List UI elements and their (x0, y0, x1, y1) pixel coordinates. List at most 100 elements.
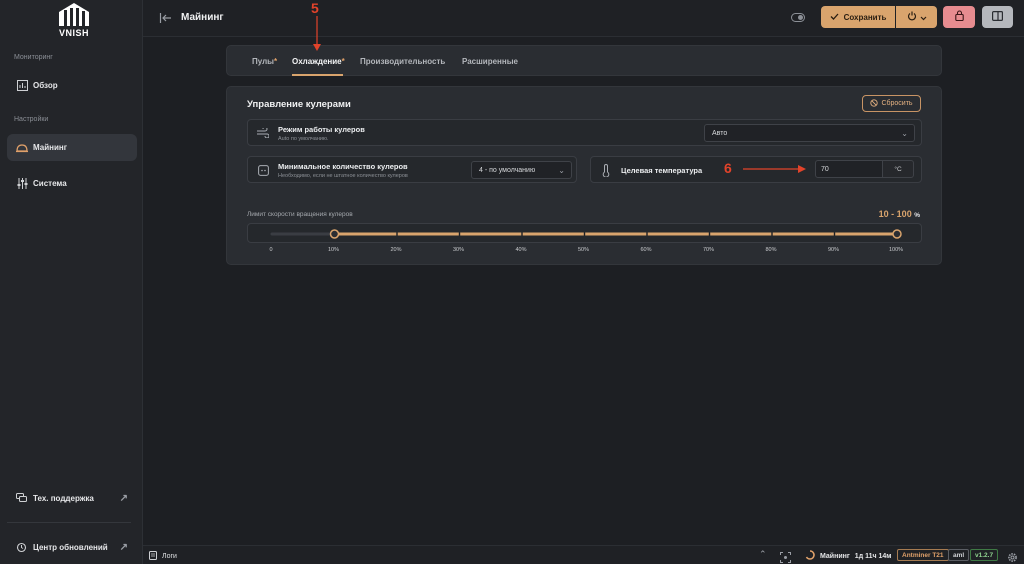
reset-label: Сбросить (881, 100, 913, 107)
settings-tabs: Пулы* Охлаждение* Производительность Рас… (226, 45, 942, 76)
reset-icon (870, 98, 879, 109)
lock-icon (954, 8, 964, 26)
section-monitoring: Мониторинг (14, 54, 53, 61)
chevron-down-icon: ⌄ (901, 129, 908, 138)
fan-icon (256, 126, 270, 140)
min-fans-select[interactable]: 4 - по умолчанию ⌄ (471, 161, 572, 179)
active-tab-indicator (292, 74, 343, 76)
model-badge: Antminer T21 (897, 549, 949, 561)
chevron-down-icon: ⌄ (558, 166, 565, 175)
sidebar-item-label: Система (33, 179, 67, 188)
sidebar-item-label: Обзор (33, 81, 58, 90)
thermometer-icon (599, 163, 613, 177)
target-temp-input[interactable]: 70 (815, 160, 883, 178)
fan-control-card: Управление кулерами Сбросить Режим работ… (226, 86, 942, 265)
helmet-icon (16, 142, 28, 154)
fan-count-icon (256, 163, 270, 177)
logs-button[interactable]: Логи (149, 551, 177, 562)
top-header: Майнинг Сохранить (143, 0, 1024, 37)
chevron-down-icon (920, 8, 927, 26)
power-menu-button[interactable] (896, 6, 937, 28)
lock-button[interactable] (943, 6, 975, 28)
sidebar-item-label: Центр обновлений (33, 542, 108, 552)
theme-toggle[interactable] (791, 13, 805, 22)
save-button[interactable]: Сохранить (821, 6, 895, 28)
gear-icon[interactable] (1007, 550, 1018, 562)
external-link-icon: ↗ (119, 492, 128, 504)
card-title: Управление кулерами (247, 99, 351, 110)
page-title: Майнинг (181, 12, 224, 23)
fan-mode-select[interactable]: Авто ⌄ (704, 124, 915, 142)
logs-label: Логи (162, 553, 177, 560)
slider-tick-label: 50% (577, 247, 590, 253)
slider-tick-label: 30% (452, 247, 465, 253)
speed-limit-label: Лимит скорости вращения кулеров (247, 211, 353, 218)
fan-mode-subtitle: Auto по умолчанию. (278, 136, 329, 142)
speed-limit-slider-box (247, 223, 922, 243)
section-settings: Настройки (14, 116, 49, 123)
chat-icon (16, 492, 28, 504)
target-temp-title: Целевая температура (621, 166, 703, 175)
slider-tick-label: 60% (640, 247, 652, 253)
tab-pools[interactable]: Пулы* (252, 57, 277, 66)
slider-tick-label: 40% (515, 247, 527, 253)
sidebar-item-system[interactable]: Система (7, 170, 137, 197)
speed-limit-value: 10 - 100 % (878, 209, 920, 219)
collapse-sidebar-icon[interactable] (159, 11, 173, 25)
chart-icon (16, 80, 28, 92)
slider-min-handle[interactable] (329, 229, 340, 239)
firmware-badge: aml (948, 549, 970, 561)
sidebar-divider (7, 522, 131, 523)
refresh-icon (16, 541, 28, 553)
slider-tick-label: 80% (765, 247, 777, 253)
scan-icon[interactable] (780, 550, 791, 563)
save-label: Сохранить (843, 12, 887, 22)
vnish-logo-icon (59, 3, 89, 26)
slider-tick-label: 20% (390, 247, 402, 253)
sidebar-item-mining[interactable]: Майнинг (7, 134, 137, 161)
check-icon (830, 13, 839, 22)
status-footer: Логи ⌃ Майнинг 1д 11ч 14м Antminer T21 a… (143, 545, 1024, 564)
brand-name: VNISH (58, 28, 89, 38)
target-temp-unit: °C (882, 160, 914, 178)
side-panel-button[interactable] (982, 6, 1013, 28)
document-icon (149, 551, 157, 562)
fan-mode-title: Режим работы кулеров (278, 125, 365, 134)
annotation-arrow-right-icon (743, 165, 806, 173)
min-fans-subtitle: Необходимо, если не штатное количество к… (278, 173, 408, 179)
fan-mode-row: Режим работы кулеров Auto по умолчанию. … (247, 119, 922, 146)
slider-tick-label: 100% (888, 247, 904, 253)
spinner-icon (805, 550, 815, 562)
external-link-icon: ↗ (119, 541, 128, 553)
tab-advanced[interactable]: Расширенные (462, 57, 518, 66)
slider-tick-labels: 0 10% 20% 30% 40% 50% 60% 70% 80% 90% 100% (247, 247, 922, 257)
sidebar: VNISH Мониторинг Обзор Настройки Майнинг… (0, 0, 143, 564)
speed-limit-slider[interactable] (248, 224, 923, 244)
min-fans-title: Минимальное количество кулеров (278, 162, 408, 171)
slider-tick-label: 0 (269, 247, 273, 253)
sidebar-item-label: Майнинг (33, 143, 68, 152)
min-fans-row: Минимальное количество кулеров Необходим… (247, 156, 577, 183)
annotation-marker-6: 6 (724, 160, 732, 176)
annotation-arrow-down-icon (313, 16, 321, 51)
annotation-marker-5: 5 (311, 0, 319, 16)
brand-logo[interactable]: VNISH (51, 2, 97, 40)
sidebar-item-overview[interactable]: Обзор (7, 72, 137, 99)
slider-tick-label: 70% (702, 247, 715, 253)
panel-icon (992, 8, 1004, 26)
version-badge: v1.2.7 (970, 549, 999, 561)
slider-tick-label: 90% (827, 247, 840, 253)
slider-max-handle[interactable] (892, 229, 902, 239)
tab-performance[interactable]: Производительность (360, 57, 445, 66)
sidebar-item-updates[interactable]: Центр обновлений ↗ (7, 537, 137, 557)
power-icon (907, 8, 917, 26)
tab-cooling[interactable]: Охлаждение* (292, 57, 345, 66)
reset-button[interactable]: Сбросить (862, 95, 921, 112)
sidebar-item-support[interactable]: Тех. поддержка ↗ (7, 488, 137, 508)
sliders-icon (16, 178, 28, 190)
sidebar-item-label: Тех. поддержка (33, 493, 94, 503)
uptime: 1д 11ч 14м (854, 552, 892, 560)
chevron-up-icon[interactable]: ⌃ (759, 549, 767, 560)
slider-tick-label: 10% (327, 247, 340, 253)
mining-status: Майнинг 1д 11ч 14м (805, 550, 891, 562)
